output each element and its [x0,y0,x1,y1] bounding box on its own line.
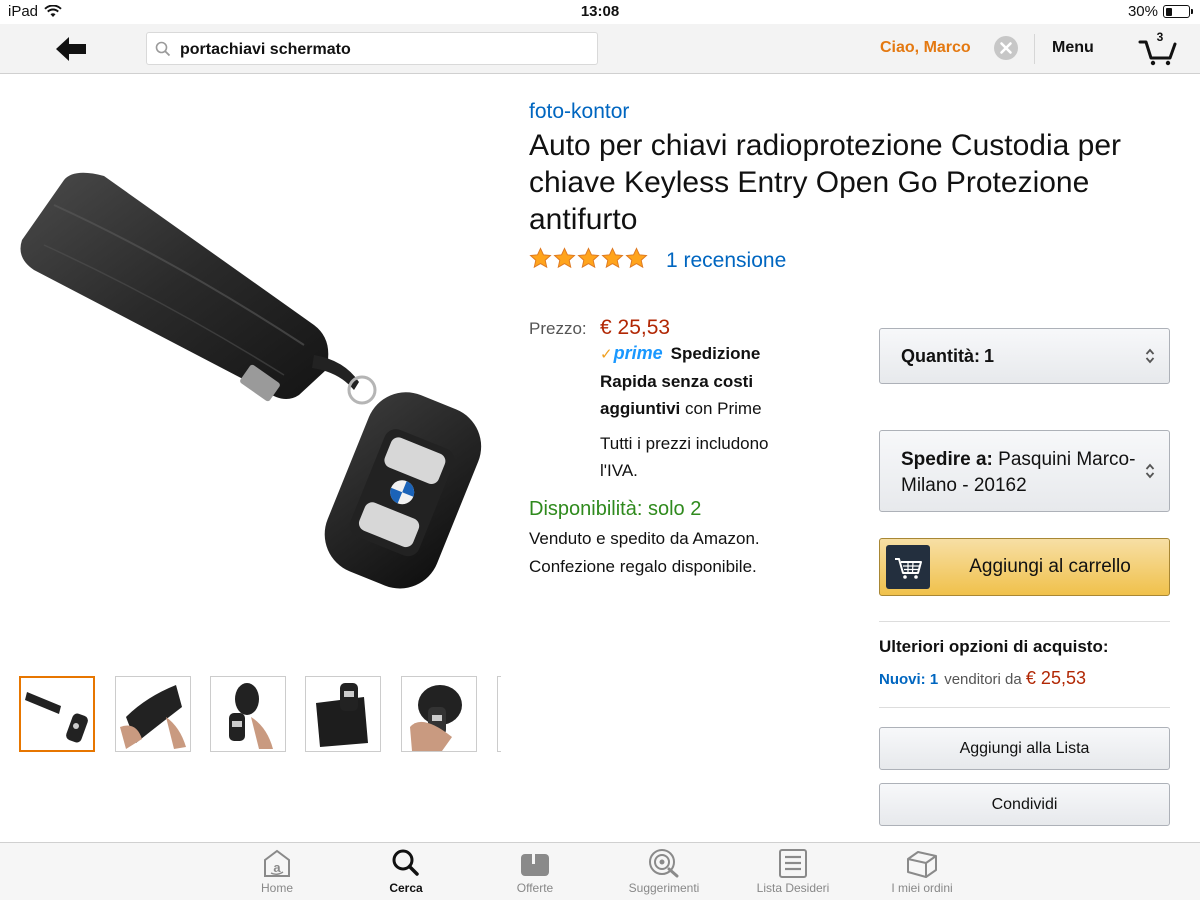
thumbnail-2[interactable] [115,676,191,752]
availability-status: Disponibilità: solo 2 [529,498,702,520]
tab-home[interactable]: a Home [217,847,337,895]
price-value: € 25,53 [600,316,671,339]
thumbnail-strip [19,676,501,752]
thumbnail-6[interactable] [497,676,501,752]
account-greeting[interactable]: Ciao, Marco [880,39,971,57]
back-arrow-icon[interactable] [54,34,90,64]
seller-line: Venduto e spedito da Amazon. [529,529,760,548]
vat-note: Tutti i prezzi includono l'IVA. [600,434,769,480]
brand-link[interactable]: foto-kontor [529,100,629,124]
tab-search[interactable]: Cerca [346,847,466,895]
quantity-value: 1 [984,346,995,366]
prime-rest-text: con Prime [685,399,762,418]
home-icon: a [264,849,290,877]
thumbnail-4[interactable] [305,676,381,752]
search-query: portachiavi schermato [180,41,351,58]
product-title: Auto per chiavi radioprotezione Custodia… [529,129,1122,236]
battery-percent: 30% [1127,3,1158,20]
search-icon [392,849,419,876]
min-offer-price: € 25,53 [1025,668,1086,688]
prime-logo: ✓prime [600,343,663,363]
star-icon [553,247,576,269]
star-icon [625,247,648,269]
add-to-cart-label: Aggiungi al carrello [969,556,1131,577]
rating-stars[interactable] [529,247,648,270]
thumbnail-3[interactable] [210,676,286,752]
prime-check-icon: ✓ [600,346,613,363]
wishlist-icon [779,849,807,878]
status-right: 30% [1127,3,1193,20]
nav-divider [1034,34,1035,64]
top-navigation-bar: portachiavi schermato Ciao, Marco Menu 3 [0,24,1200,74]
add-to-list-button[interactable]: Aggiungi alla Lista [879,727,1170,770]
status-bar: iPad 13:08 30% [0,0,1200,24]
more-buying-options-title: Ulteriori opzioni di acquisto: [879,637,1109,656]
share-button[interactable]: Condividi [879,783,1170,826]
battery-icon [1163,5,1193,18]
tab-recommendations[interactable]: Suggerimenti [604,847,724,895]
ship-to-select[interactable]: Spedire a: Pasquini Marco- Milano - 2016… [879,430,1170,512]
orders-icon [907,851,937,878]
tab-wishlist[interactable]: Lista Desideri [733,847,853,895]
status-time: 13:08 [580,3,620,20]
cart-count-badge: 3 [1156,30,1164,44]
deals-icon [521,854,549,876]
cart-icon [886,545,930,589]
tab-label: Offerte [516,881,554,895]
gift-wrap-line: Confezione regalo disponibile. [529,557,757,576]
quantity-label: Quantità: [901,346,980,366]
seller-info: Venduto e spedito da Amazon. Confezione … [529,525,829,581]
tab-deals[interactable]: Offerte [475,847,595,895]
star-icon [529,247,552,269]
offers-line[interactable]: Nuovi: 1 venditori da € 25,53 [879,668,1086,689]
clear-search-icon[interactable] [994,36,1018,60]
tab-orders[interactable]: I miei ordini [862,847,982,895]
menu-button[interactable]: Menu [1052,39,1094,57]
select-arrows-icon [1145,348,1155,364]
bottom-tab-bar: a Home Cerca Offerte Suggerimenti Lista … [0,842,1200,900]
sellers-from-text: venditori da [944,671,1022,688]
quantity-select[interactable]: Quantità: 1 [879,328,1170,384]
tab-label: Suggerimenti [628,881,700,895]
search-field[interactable]: portachiavi schermato [146,32,598,65]
recommendations-icon [649,849,679,878]
star-icon [601,247,624,269]
tab-label: I miei ordini [891,881,953,895]
add-to-cart-button[interactable]: Aggiungi al carrello [879,538,1170,596]
price-label: Prezzo: [529,319,587,338]
divider [879,707,1170,708]
thumbnail-5[interactable] [401,676,477,752]
divider [879,621,1170,622]
new-offers-link[interactable]: Nuovi: 1 [879,671,938,688]
star-icon [577,247,600,269]
thumbnail-1[interactable] [19,676,95,752]
product-main-image[interactable] [14,150,494,600]
search-icon [155,41,171,57]
select-arrows-icon [1145,463,1155,479]
reviews-link[interactable]: 1 recensione [666,249,786,273]
tab-label: Home [260,881,293,895]
tab-label: Cerca [389,881,423,895]
tab-label: Lista Desideri [756,881,830,895]
ship-label: Spedire a: [901,449,993,470]
prime-shipping-note: ✓prime Spedizione Rapida senza costi aggi… [600,340,800,422]
